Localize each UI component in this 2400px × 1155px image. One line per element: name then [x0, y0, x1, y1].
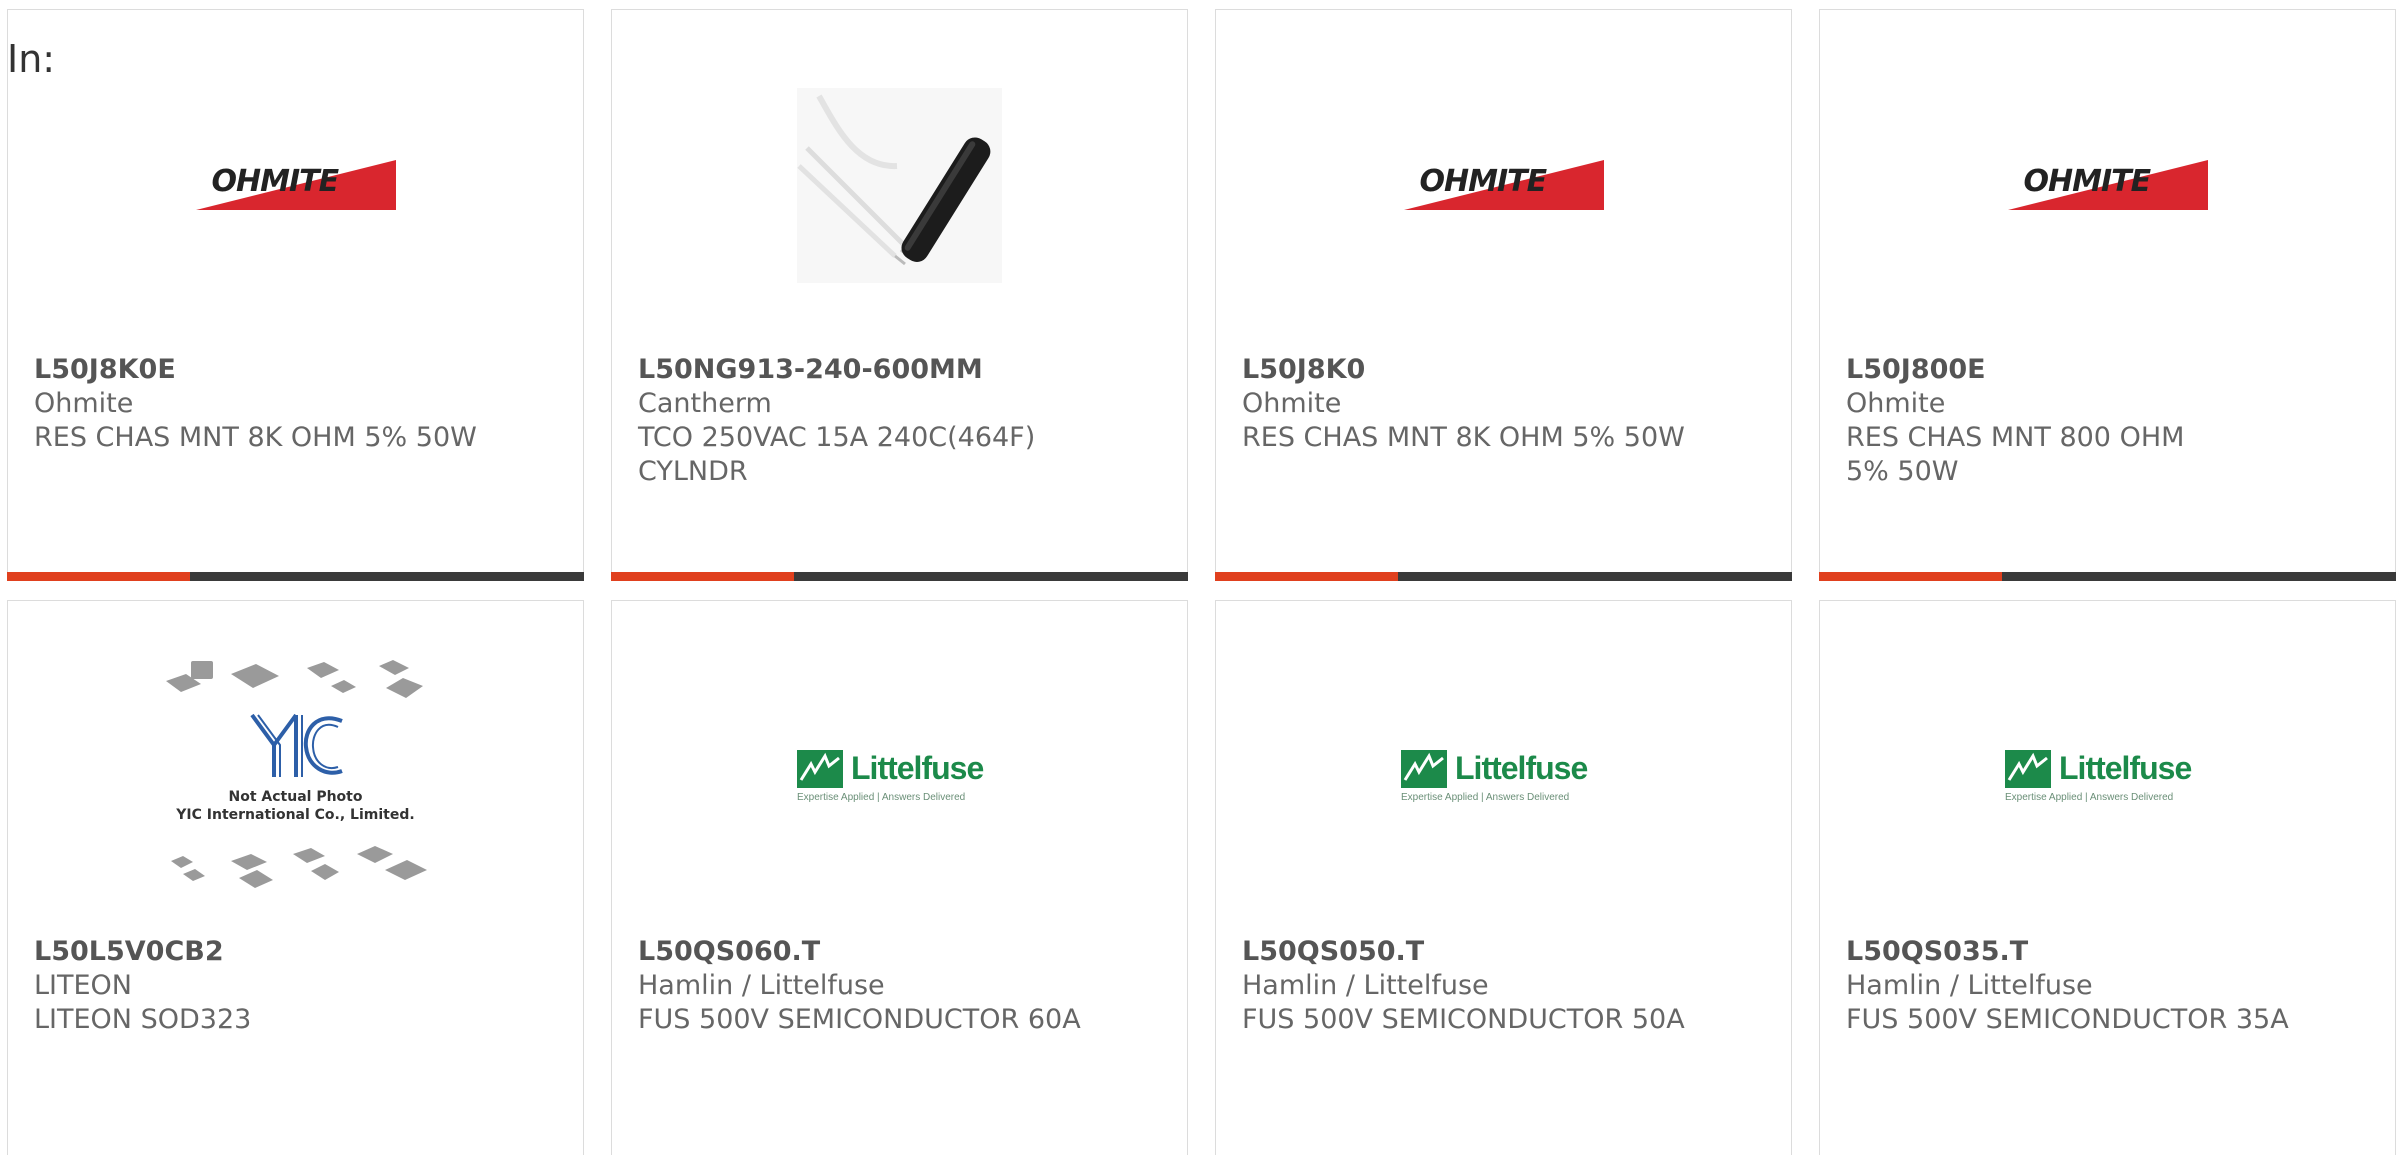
littelfuse-tagline: Expertise Applied | Answers Delivered: [2005, 791, 2174, 803]
product-card[interactable]: OHMITE L50J800E Ohmite RES CHAS MNT 800 …: [1819, 9, 2396, 581]
yic-company-text: YIC International Co., Limited.: [176, 807, 415, 823]
product-image[interactable]: Littelfuse Expertise Applied | Answers D…: [1820, 661, 2395, 891]
product-card[interactable]: L50NG913-240-600MM Cantherm TCO 250VAC 1…: [611, 9, 1188, 581]
part-number-link[interactable]: L50NG913-240-600MM: [638, 353, 1161, 387]
part-number-link[interactable]: L50J8K0: [1242, 353, 1765, 387]
littelfuse-name: Littelfuse: [2059, 750, 2192, 786]
part-number-link[interactable]: L50QS060.T: [638, 935, 1161, 969]
cylindrical-thermal-cutoff-photo: [797, 87, 1002, 283]
product-card[interactable]: OHMITE L50J8K0 Ohmite RES CHAS MNT 8K OH…: [1215, 9, 1792, 581]
not-actual-photo-text: Not Actual Photo: [228, 789, 363, 805]
littelfuse-name: Littelfuse: [851, 750, 984, 786]
product-info: L50J800E Ohmite RES CHAS MNT 800 OHM 5% …: [1846, 353, 2369, 489]
product-image[interactable]: Littelfuse Expertise Applied | Answers D…: [612, 661, 1187, 891]
card-accent-bar-highlight: [611, 572, 794, 581]
ohmite-logo-text: OHMITE: [1419, 164, 1548, 199]
card-accent-bar-highlight: [1215, 572, 1398, 581]
product-info: L50QS050.T Hamlin / Littelfuse FUS 500V …: [1242, 935, 1765, 1037]
product-image[interactable]: OHMITE: [1820, 70, 2395, 300]
littelfuse-logo: Littelfuse Expertise Applied | Answers D…: [1401, 749, 1606, 803]
description: RES CHAS MNT 8K OHM 5% 50W: [34, 422, 477, 453]
ohmite-logo-text: OHMITE: [2023, 164, 2152, 199]
littelfuse-tagline: Expertise Applied | Answers Delivered: [797, 791, 966, 803]
description: FUS 500V SEMICONDUCTOR 35A: [1846, 1004, 2289, 1035]
product-card[interactable]: Littelfuse Expertise Applied | Answers D…: [1819, 600, 2396, 1155]
manufacturer: LITEON: [34, 970, 133, 1001]
littelfuse-tagline: Expertise Applied | Answers Delivered: [1401, 791, 1570, 803]
part-number-link[interactable]: L50QS035.T: [1846, 935, 2369, 969]
part-number-link[interactable]: L50QS050.T: [1242, 935, 1765, 969]
card-accent-bar-highlight: [7, 572, 190, 581]
product-info: L50J8K0E Ohmite RES CHAS MNT 8K OHM 5% 5…: [34, 353, 557, 455]
product-info: L50J8K0 Ohmite RES CHAS MNT 8K OHM 5% 50…: [1242, 353, 1765, 455]
part-number-link[interactable]: L50J800E: [1846, 353, 2369, 387]
product-info: L50QS060.T Hamlin / Littelfuse FUS 500V …: [638, 935, 1161, 1037]
product-info: L50QS035.T Hamlin / Littelfuse FUS 500V …: [1846, 935, 2369, 1037]
yic-not-actual-photo: Not Actual Photo YIC International Co., …: [161, 656, 431, 896]
ohmite-logo: OHMITE: [1403, 160, 1604, 210]
card-accent-bar: [1215, 572, 1792, 581]
manufacturer: Hamlin / Littelfuse: [1242, 970, 1489, 1001]
littelfuse-mark-icon: [797, 749, 843, 788]
product-image[interactable]: OHMITE: [8, 70, 583, 300]
card-accent-bar: [611, 572, 1188, 581]
product-image[interactable]: Littelfuse Expertise Applied | Answers D…: [1216, 661, 1791, 891]
littelfuse-logo: Littelfuse Expertise Applied | Answers D…: [2005, 749, 2210, 803]
product-card[interactable]: Littelfuse Expertise Applied | Answers D…: [611, 600, 1188, 1155]
yic-logo-icon: [249, 713, 343, 777]
littelfuse-mark-icon: [2005, 749, 2051, 788]
card-accent-bar: [7, 572, 584, 581]
description: TCO 250VAC 15A 240C(464F) CYLNDR: [638, 422, 1036, 487]
card-accent-bar: [1819, 572, 2396, 581]
product-info: L50L5V0CB2 LITEON LITEON SOD323: [34, 935, 557, 1037]
ohmite-logo: OHMITE: [195, 160, 396, 210]
manufacturer: Ohmite: [1242, 388, 1342, 419]
product-image[interactable]: Not Actual Photo YIC International Co., …: [8, 660, 583, 891]
littelfuse-name: Littelfuse: [1455, 750, 1588, 786]
card-accent-bar-highlight: [1819, 572, 2002, 581]
product-info: L50NG913-240-600MM Cantherm TCO 250VAC 1…: [638, 353, 1161, 489]
in-label: In:: [7, 37, 56, 81]
ohmite-logo-text: OHMITE: [211, 164, 340, 199]
manufacturer: Hamlin / Littelfuse: [1846, 970, 2093, 1001]
product-card[interactable]: Not Actual Photo YIC International Co., …: [7, 600, 584, 1155]
product-card[interactable]: Littelfuse Expertise Applied | Answers D…: [1215, 600, 1792, 1155]
littelfuse-mark-icon: [1401, 749, 1447, 788]
product-image[interactable]: [612, 70, 1187, 300]
product-image[interactable]: OHMITE: [1216, 70, 1791, 300]
manufacturer: Ohmite: [34, 388, 134, 419]
part-number-link[interactable]: L50L5V0CB2: [34, 935, 557, 969]
product-grid-page: In: OHMITE L50J8K0E Ohmite RES CHAS MNT …: [0, 0, 2400, 1155]
manufacturer: Cantherm: [638, 388, 772, 419]
description: LITEON SOD323: [34, 1004, 252, 1035]
littelfuse-logo: Littelfuse Expertise Applied | Answers D…: [797, 749, 1002, 803]
part-number-link[interactable]: L50J8K0E: [34, 353, 557, 387]
manufacturer: Ohmite: [1846, 388, 1946, 419]
description: FUS 500V SEMICONDUCTOR 60A: [638, 1004, 1081, 1035]
product-card[interactable]: OHMITE L50J8K0E Ohmite RES CHAS MNT 8K O…: [7, 9, 584, 581]
description: FUS 500V SEMICONDUCTOR 50A: [1242, 1004, 1685, 1035]
description: RES CHAS MNT 800 OHM 5% 50W: [1846, 422, 2185, 487]
manufacturer: Hamlin / Littelfuse: [638, 970, 885, 1001]
description: RES CHAS MNT 8K OHM 5% 50W: [1242, 422, 1685, 453]
ohmite-logo: OHMITE: [2007, 160, 2208, 210]
